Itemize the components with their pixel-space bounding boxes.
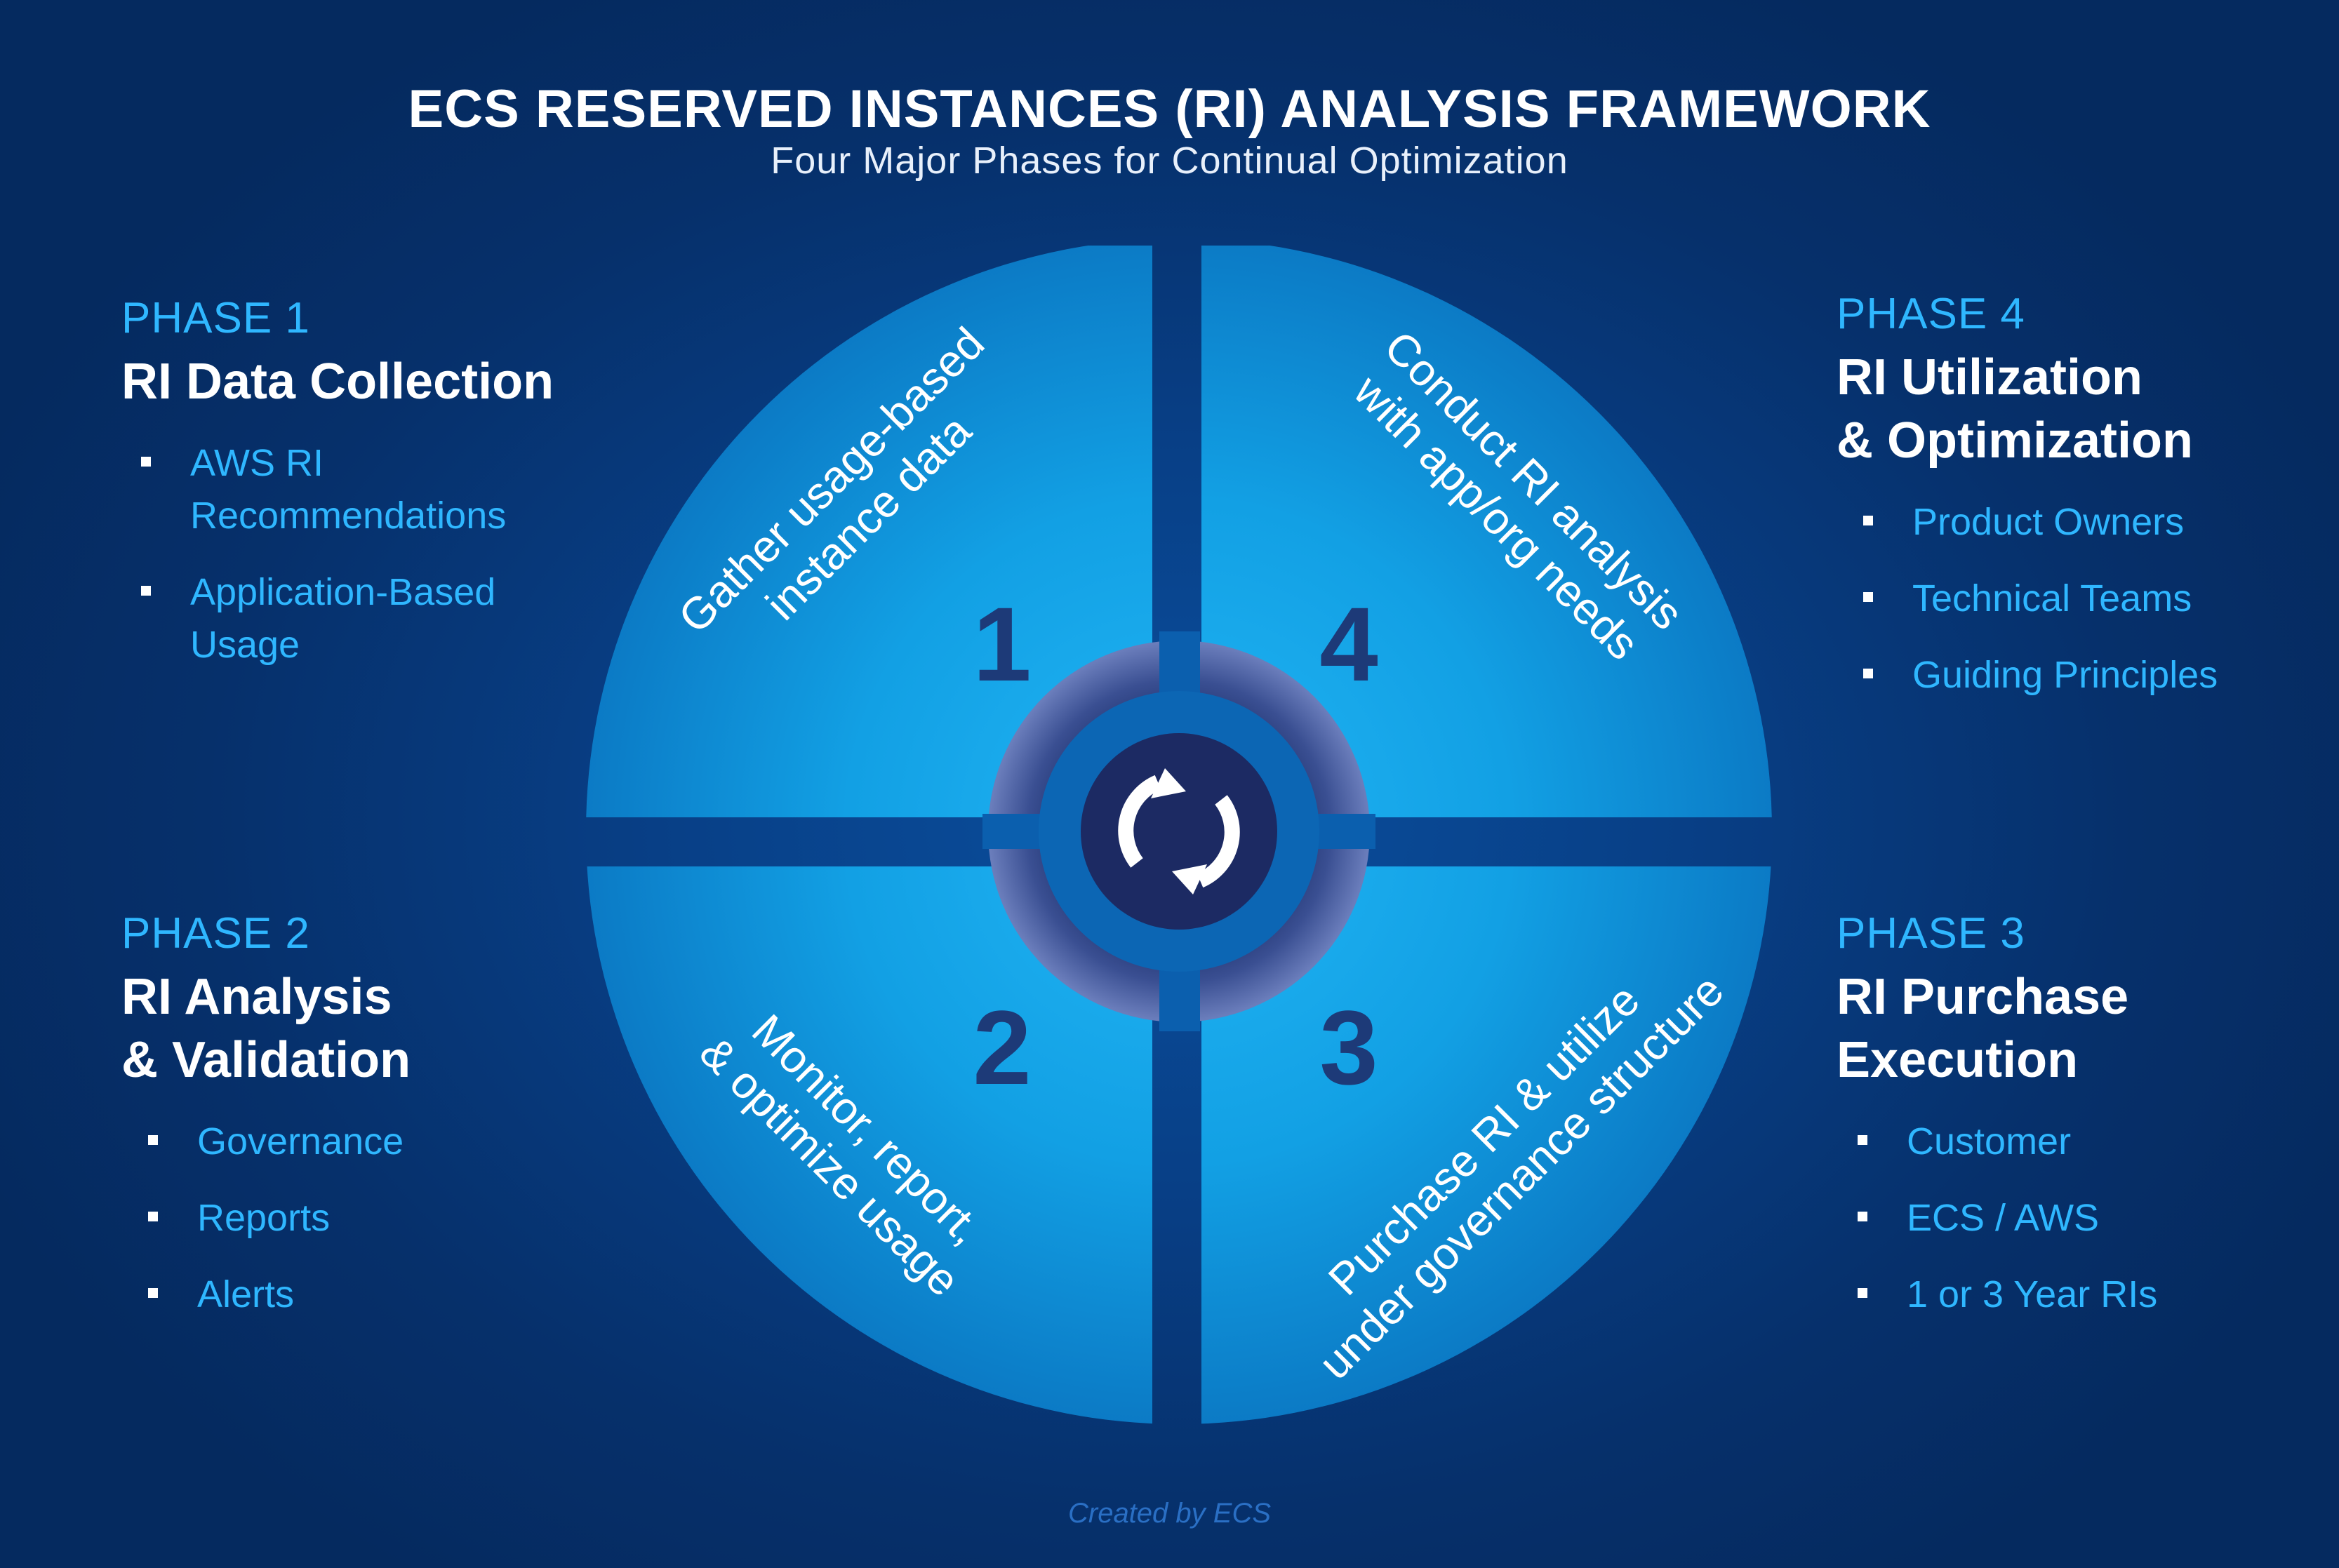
phase-wheel: 1 4 2 3 Gather usage-based instance data… [586, 246, 1772, 1424]
quadrant-number: 1 [973, 585, 1031, 703]
footer-credit: Created by ECS [1067, 1498, 1272, 1529]
quadrant-number: 4 [1319, 585, 1378, 703]
quadrant-number: 3 [1319, 989, 1378, 1106]
center-hub [1081, 733, 1277, 930]
quadrant-number: 2 [973, 989, 1031, 1106]
